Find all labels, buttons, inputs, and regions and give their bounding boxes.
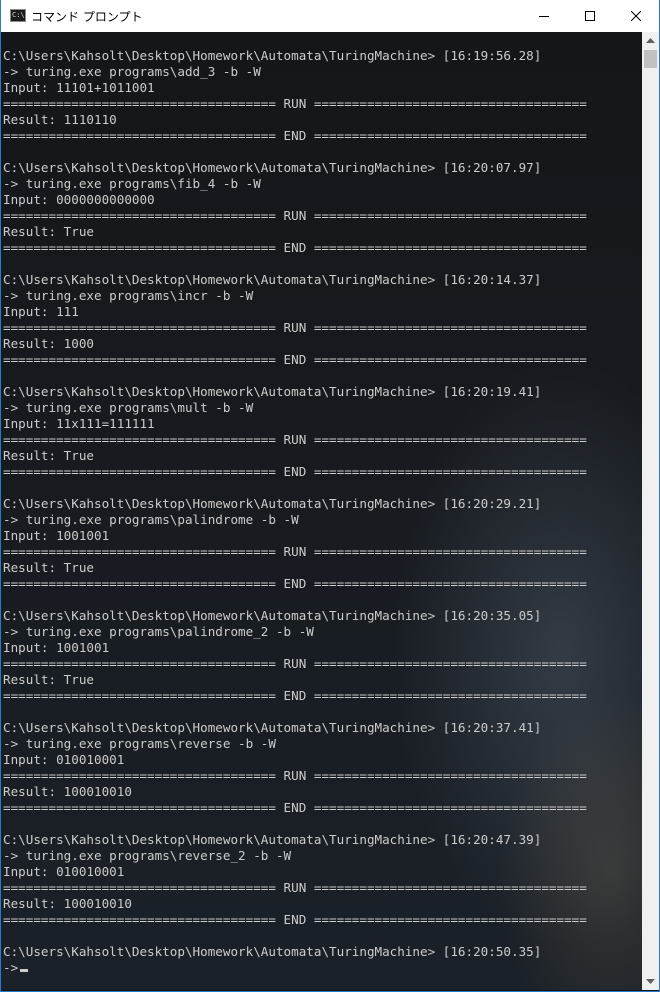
title-bar[interactable]: C:\. コマンド プロンプト (1, 0, 659, 32)
console-line: -> turing.exe programs\fib_4 -b -W (3, 176, 261, 191)
console-line: C:\Users\Kahsolt\Desktop\Homework\Automa… (3, 384, 542, 399)
console-line: Result: 100010010 (3, 896, 132, 911)
console-line: Input: 1001001 (3, 640, 110, 655)
console-line: C:\Users\Kahsolt\Desktop\Homework\Automa… (3, 48, 542, 63)
scroll-up-button[interactable] (642, 32, 659, 49)
close-button[interactable] (613, 0, 659, 32)
console-line: ==================================== RUN… (3, 768, 587, 783)
console-line: ==================================== END… (3, 464, 587, 479)
scroll-down-button[interactable] (642, 973, 659, 990)
command-prompt-icon: C:\. (10, 9, 26, 22)
console-line: Result: 1110110 (3, 112, 117, 127)
maximize-icon (585, 11, 595, 21)
scroll-down-arrow-icon (646, 979, 655, 984)
scroll-up-arrow-icon (646, 38, 655, 43)
console-line: ==================================== RUN… (3, 880, 587, 895)
console-line: ==================================== END… (3, 128, 587, 143)
console-lines: C:\Users\Kahsolt\Desktop\Homework\Automa… (3, 48, 587, 976)
minimize-icon (539, 16, 549, 17)
console-line: -> turing.exe programs\incr -b -W (3, 288, 254, 303)
console-line: ==================================== END… (3, 240, 587, 255)
console-line: -> turing.exe programs\palindrome -b -W (3, 512, 299, 527)
console-line: ==================================== END… (3, 688, 587, 703)
console-line: Input: 010010001 (3, 864, 125, 879)
console-line: Input: 010010001 (3, 752, 125, 767)
console-line: Result: True (3, 672, 94, 687)
console-line: C:\Users\Kahsolt\Desktop\Homework\Automa… (3, 720, 542, 735)
scroll-thumb[interactable] (644, 50, 657, 68)
prompt-marker: -> (3, 960, 19, 975)
console-line: C:\Users\Kahsolt\Desktop\Homework\Automa… (3, 160, 542, 175)
console-line: ==================================== END… (3, 800, 587, 815)
console-line: ==================================== RUN… (3, 656, 587, 671)
console-line: C:\Users\Kahsolt\Desktop\Homework\Automa… (3, 272, 542, 287)
console-line: C:\Users\Kahsolt\Desktop\Homework\Automa… (3, 496, 542, 511)
maximize-button[interactable] (567, 0, 613, 32)
console-line: ==================================== END… (3, 912, 587, 927)
console-line: Input: 1001001 (3, 528, 110, 543)
console-line: -> turing.exe programs\palindrome_2 -b -… (3, 624, 314, 639)
console-line: Result: 100010010 (3, 784, 132, 799)
console-line: C:\Users\Kahsolt\Desktop\Homework\Automa… (3, 944, 542, 959)
console-line: Input: 11101+1011001 (3, 80, 155, 95)
console-line: Result: True (3, 224, 94, 239)
console-line: ==================================== RUN… (3, 96, 587, 111)
console-line: Input: 11x111=111111 (3, 416, 155, 431)
console-line: Result: True (3, 560, 94, 575)
console-line: ==================================== END… (3, 576, 587, 591)
console-line: C:\Users\Kahsolt\Desktop\Homework\Automa… (3, 832, 542, 847)
console-line: ==================================== RUN… (3, 544, 587, 559)
vertical-scrollbar[interactable] (642, 32, 659, 990)
console-line: Input: 0000000000000 (3, 192, 155, 207)
console-line: ==================================== RUN… (3, 432, 587, 447)
console-line: -> turing.exe programs\reverse_2 -b -W (3, 848, 292, 863)
minimize-button[interactable] (521, 0, 567, 32)
console-line: Result: 1000 (3, 336, 94, 351)
window-title: コマンド プロンプト (31, 10, 143, 24)
text-cursor (20, 969, 29, 972)
console-line: -> turing.exe programs\mult -b -W (3, 400, 254, 415)
console-line: C:\Users\Kahsolt\Desktop\Homework\Automa… (3, 608, 542, 623)
console-line: -> turing.exe programs\reverse -b -W (3, 736, 276, 751)
prompt-line[interactable]: -> (3, 960, 587, 976)
close-icon (631, 11, 641, 21)
console-line: -> turing.exe programs\add_3 -b -W (3, 64, 261, 79)
console-window: C:\. コマンド プロンプト C:\Users\Kahsolt\Desktop… (0, 0, 660, 992)
console-line: Result: True (3, 448, 94, 463)
console-line: Input: 111 (3, 304, 79, 319)
console-output[interactable]: C:\Users\Kahsolt\Desktop\Homework\Automa… (1, 32, 642, 990)
console-line: ==================================== END… (3, 352, 587, 367)
console-line: ==================================== RUN… (3, 208, 587, 223)
console-line: ==================================== RUN… (3, 320, 587, 335)
